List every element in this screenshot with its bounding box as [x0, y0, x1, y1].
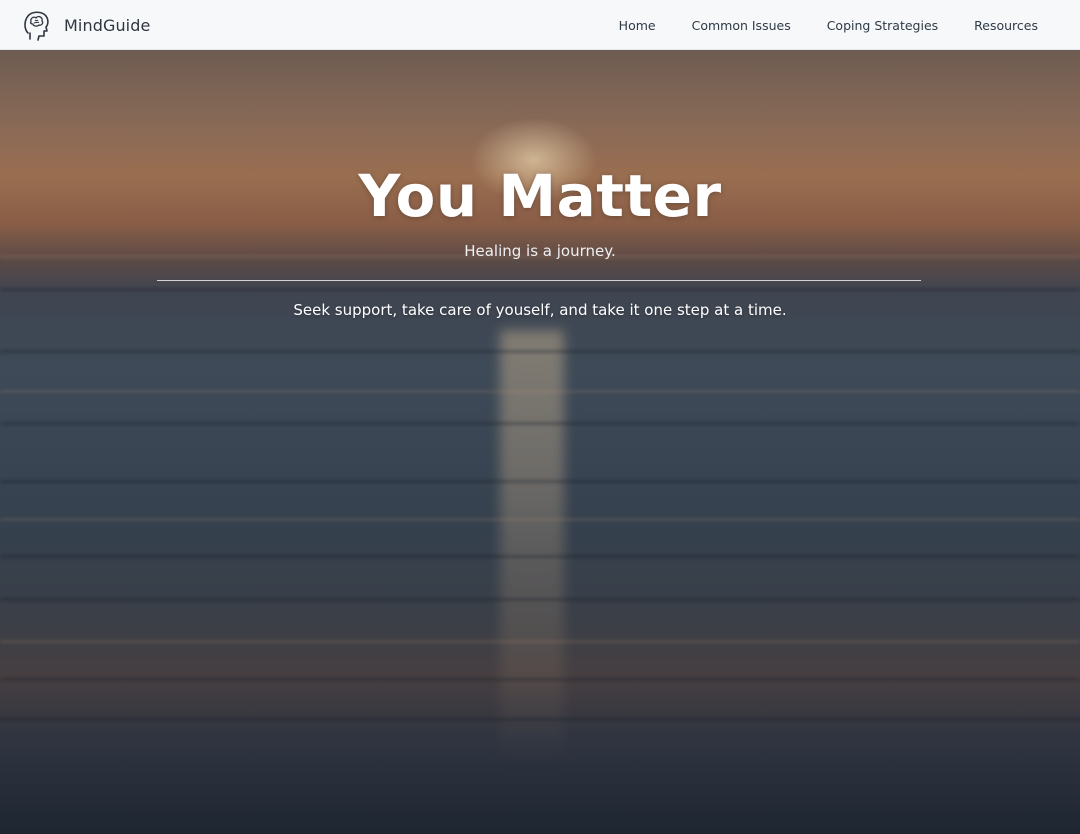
- nav-link-home[interactable]: Home: [619, 18, 656, 33]
- head-brain-icon: [24, 11, 49, 41]
- main-nav: Home Common Issues Coping Strategies Res…: [619, 0, 1038, 50]
- hero-subtitle: Healing is a journey.: [464, 242, 616, 260]
- nav-link-coping-strategies[interactable]: Coping Strategies: [827, 18, 938, 33]
- hero-content: You Matter Healing is a journey. Seek su…: [0, 50, 1080, 834]
- brand-name: MindGuide: [64, 15, 151, 35]
- hero-section: You Matter Healing is a journey. Seek su…: [0, 50, 1080, 834]
- brand-logo-link[interactable]: MindGuide: [22, 8, 150, 42]
- page: MindGuide Home Common Issues Coping Stra…: [0, 0, 1080, 834]
- navbar: MindGuide Home Common Issues Coping Stra…: [0, 0, 1080, 50]
- hero-title: You Matter: [358, 162, 722, 230]
- hero-tagline: Seek support, take care of youself, and …: [293, 301, 787, 319]
- nav-link-common-issues[interactable]: Common Issues: [692, 18, 791, 33]
- nav-link-resources[interactable]: Resources: [974, 18, 1038, 33]
- hero-divider: [157, 280, 921, 281]
